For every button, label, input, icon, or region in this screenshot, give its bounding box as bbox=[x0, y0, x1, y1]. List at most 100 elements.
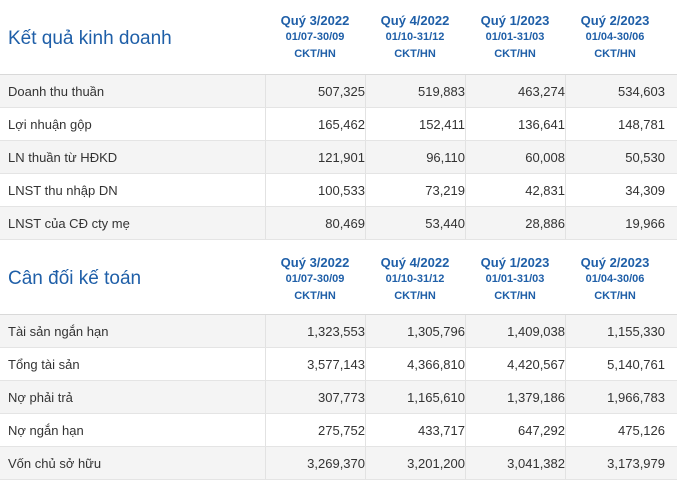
period-header: Quý 4/2022 01/10-31/12 CKT/HN bbox=[365, 12, 465, 63]
table-row: Tổng tài sản 3,577,143 4,366,810 4,420,567 5… bbox=[0, 348, 677, 381]
period-dates: 01/10-31/12 bbox=[385, 273, 445, 285]
cell-value: 475,126 bbox=[618, 423, 665, 438]
cell-value: 152,411 bbox=[418, 117, 465, 132]
period-header: Quý 4/2022 01/10-31/12 CKT/HN bbox=[365, 254, 465, 305]
cell-value: 463,274 bbox=[518, 84, 565, 99]
period-quarter: Quý 4/2022 bbox=[380, 13, 450, 28]
period-quarter: Quý 2/2023 bbox=[580, 255, 650, 270]
cell-value: 534,603 bbox=[618, 84, 665, 99]
period-dates: 01/01-31/03 bbox=[485, 273, 545, 285]
cell-value: 3,577,143 bbox=[307, 357, 365, 372]
period-type: CKT/HN bbox=[494, 290, 536, 302]
period-type: CKT/HN bbox=[494, 48, 536, 60]
cell-value: 519,883 bbox=[418, 84, 465, 99]
table-row: Nợ ngắn hạn 275,752 433,717 647,292 475,126 bbox=[0, 414, 677, 447]
cell-value: 100,533 bbox=[318, 183, 365, 198]
table-row: LNST thu nhập DN 100,533 73,219 42,831 34,30… bbox=[0, 174, 677, 207]
period-quarter: Quý 3/2022 bbox=[280, 255, 350, 270]
period-dates: 01/07-30/09 bbox=[285, 31, 345, 43]
table-row: Lợi nhuận gộp 165,462 152,411 136,641 148,78… bbox=[0, 108, 677, 141]
cell-value: 42,831 bbox=[525, 183, 565, 198]
business-results-table: Doanh thu thuần 507,325 519,883 463,274 534,… bbox=[0, 75, 677, 240]
period-quarter: Quý 1/2023 bbox=[480, 13, 550, 28]
cell-value: 73,219 bbox=[425, 183, 465, 198]
cell-value: 96,110 bbox=[426, 150, 465, 165]
period-header: Quý 1/2023 01/01-31/03 CKT/HN bbox=[465, 12, 565, 63]
table-row: Nợ phải trả 307,773 1,165,610 1,379,186 1,96… bbox=[0, 381, 677, 414]
period-dates: 01/01-31/03 bbox=[485, 31, 545, 43]
cell-value: 4,420,567 bbox=[507, 357, 565, 372]
cell-value: 3,173,979 bbox=[607, 456, 665, 471]
row-label: Nợ ngắn hạn bbox=[8, 423, 84, 438]
period-quarter: Quý 3/2022 bbox=[280, 13, 350, 28]
table-row: Vốn chủ sở hữu 3,269,370 3,201,200 3,041,38… bbox=[0, 447, 677, 480]
cell-value: 1,165,610 bbox=[407, 390, 465, 405]
period-dates: 01/04-30/06 bbox=[585, 31, 645, 43]
cell-value: 275,752 bbox=[318, 423, 365, 438]
table-row: Tài sản ngắn hạn 1,323,553 1,305,796 1,409,… bbox=[0, 315, 677, 348]
cell-value: 34,309 bbox=[625, 183, 665, 198]
row-label: Nợ phải trả bbox=[8, 390, 73, 405]
period-header: Quý 2/2023 01/04-30/06 CKT/HN bbox=[565, 12, 665, 63]
cell-value: 3,041,382 bbox=[507, 456, 565, 471]
period-type: CKT/HN bbox=[294, 48, 336, 60]
section-title: Cân đối kế toán bbox=[8, 268, 142, 289]
period-quarter: Quý 1/2023 bbox=[480, 255, 550, 270]
cell-value: 1,409,038 bbox=[507, 324, 565, 339]
row-label: LNST thu nhập DN bbox=[8, 183, 118, 198]
table-row: LNST của CĐ cty mẹ 80,469 53,440 28,886 19,9… bbox=[0, 207, 677, 240]
period-header: Quý 3/2022 01/07-30/09 CKT/HN bbox=[265, 12, 365, 63]
section-title: Kết quả kinh doanh bbox=[8, 28, 172, 49]
business-results-section: Kết quả kinh doanh Quý 3/2022 01/07-30/0… bbox=[0, 0, 677, 240]
period-quarter: Quý 4/2022 bbox=[380, 255, 450, 270]
row-label: LNST của CĐ cty mẹ bbox=[8, 216, 130, 231]
row-label: LN thuần từ HĐKD bbox=[8, 150, 118, 165]
period-dates: 01/04-30/06 bbox=[585, 273, 645, 285]
cell-value: 3,269,370 bbox=[307, 456, 365, 471]
period-dates: 01/07-30/09 bbox=[285, 273, 345, 285]
row-label: Vốn chủ sở hữu bbox=[8, 456, 102, 471]
period-header: Quý 2/2023 01/04-30/06 CKT/HN bbox=[565, 254, 665, 305]
balance-sheet-header: Cân đối kế toán Quý 3/2022 01/07-30/09 C… bbox=[0, 248, 677, 315]
cell-value: 647,292 bbox=[518, 423, 565, 438]
balance-sheet-section: Cân đối kế toán Quý 3/2022 01/07-30/09 C… bbox=[0, 248, 677, 480]
period-type: CKT/HN bbox=[294, 290, 336, 302]
period-header: Quý 1/2023 01/01-31/03 CKT/HN bbox=[465, 254, 565, 305]
cell-value: 19,966 bbox=[625, 216, 665, 231]
cell-value: 50,530 bbox=[625, 150, 665, 165]
period-header: Quý 3/2022 01/07-30/09 CKT/HN bbox=[265, 254, 365, 305]
table-row: LN thuần từ HĐKD 121,901 96,110 60,008 50,53… bbox=[0, 141, 677, 174]
cell-value: 80,469 bbox=[325, 216, 365, 231]
row-label: Lợi nhuận gộp bbox=[8, 117, 92, 132]
cell-value: 1,305,796 bbox=[407, 324, 465, 339]
cell-value: 1,966,783 bbox=[607, 390, 665, 405]
cell-value: 507,325 bbox=[318, 84, 365, 99]
cell-value: 136,641 bbox=[518, 117, 565, 132]
cell-value: 3,201,200 bbox=[407, 456, 465, 471]
cell-value: 121,901 bbox=[318, 150, 365, 165]
period-type: CKT/HN bbox=[394, 48, 436, 60]
cell-value: 1,155,330 bbox=[607, 324, 665, 339]
cell-value: 1,379,186 bbox=[507, 390, 565, 405]
row-label: Tài sản ngắn hạn bbox=[8, 324, 109, 339]
row-label: Tổng tài sản bbox=[8, 357, 80, 372]
row-label: Doanh thu thuần bbox=[8, 84, 105, 99]
period-type: CKT/HN bbox=[594, 290, 636, 302]
period-type: CKT/HN bbox=[594, 48, 636, 60]
cell-value: 53,440 bbox=[425, 216, 465, 231]
cell-value: 307,773 bbox=[318, 390, 365, 405]
balance-sheet-table: Tài sản ngắn hạn 1,323,553 1,305,796 1,409,… bbox=[0, 315, 677, 480]
cell-value: 28,886 bbox=[525, 216, 565, 231]
cell-value: 433,717 bbox=[418, 423, 465, 438]
period-dates: 01/10-31/12 bbox=[385, 31, 445, 43]
cell-value: 5,140,761 bbox=[607, 357, 665, 372]
period-type: CKT/HN bbox=[394, 290, 436, 302]
cell-value: 165,462 bbox=[318, 117, 365, 132]
cell-value: 60,008 bbox=[525, 150, 565, 165]
table-row: Doanh thu thuần 507,325 519,883 463,274 534,… bbox=[0, 75, 677, 108]
cell-value: 4,366,810 bbox=[407, 357, 465, 372]
cell-value: 1,323,553 bbox=[307, 324, 365, 339]
cell-value: 148,781 bbox=[618, 117, 665, 132]
business-results-header: Kết quả kinh doanh Quý 3/2022 01/07-30/0… bbox=[0, 0, 677, 75]
period-quarter: Quý 2/2023 bbox=[580, 13, 650, 28]
